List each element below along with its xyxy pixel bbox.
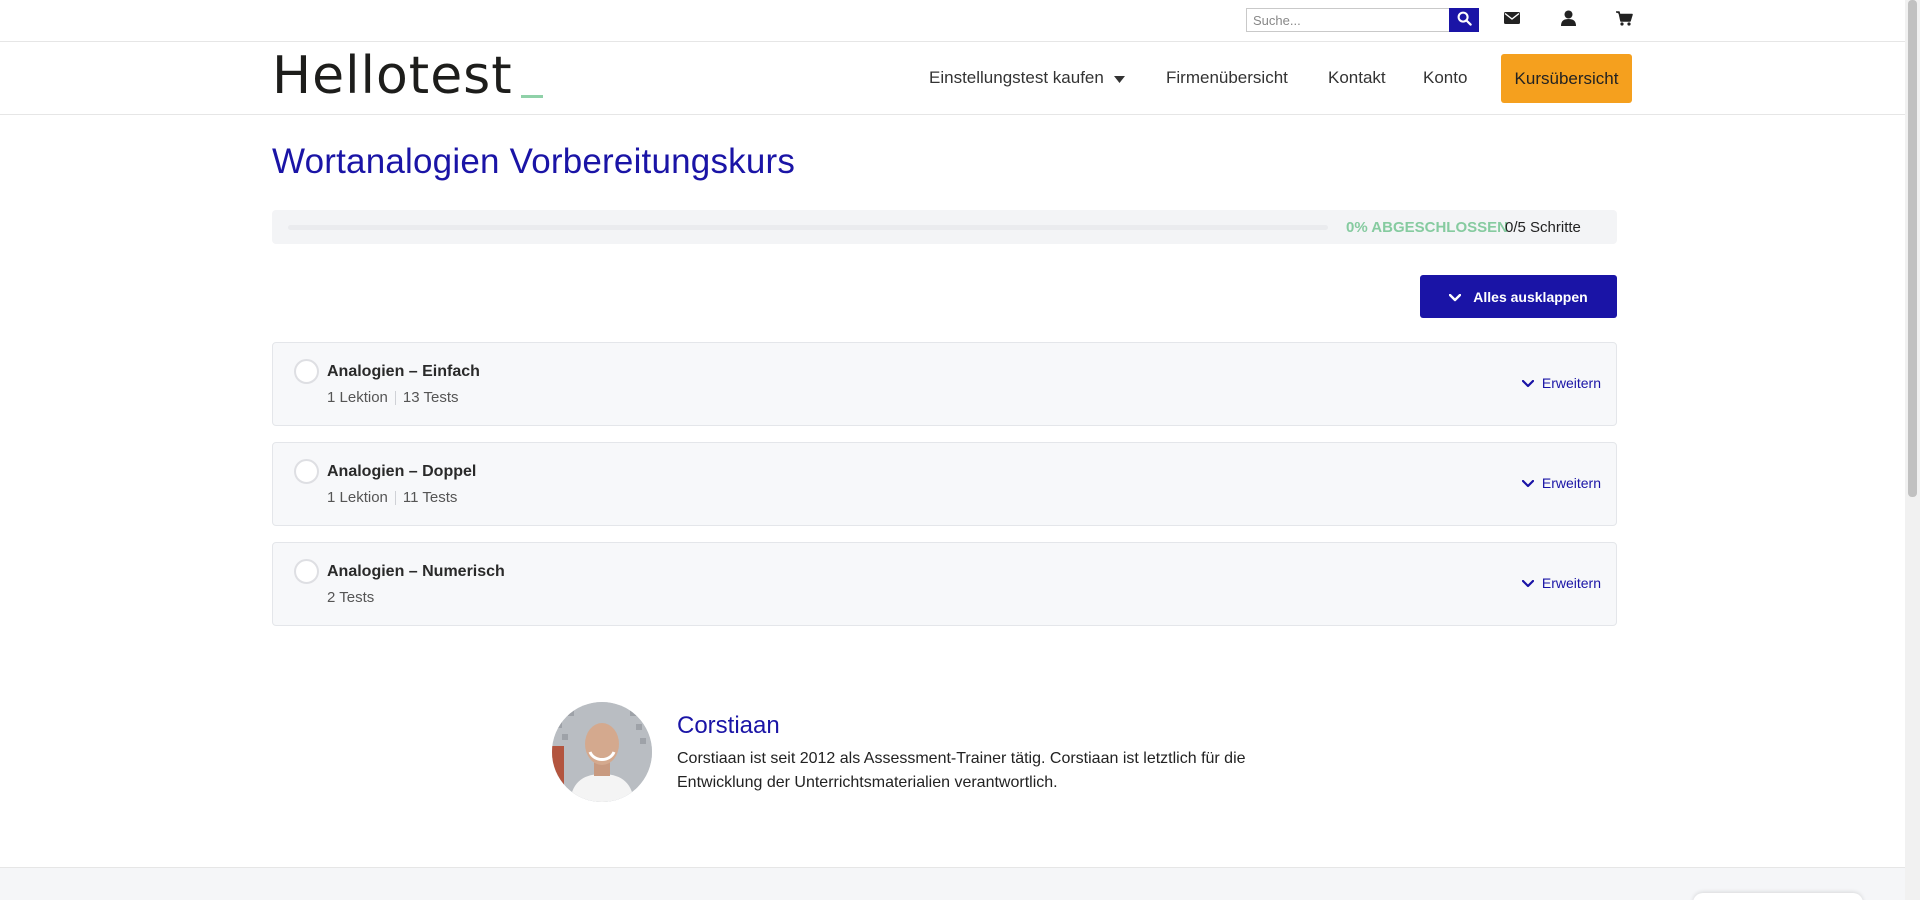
page-scrollbar[interactable] <box>1905 0 1920 900</box>
status-circle-icon <box>294 459 319 484</box>
nav-item-label: Firmenübersicht <box>1166 68 1288 87</box>
course-overview-button[interactable]: Kursübersicht <box>1501 54 1632 103</box>
lesson-count: 1 Lektion <box>327 489 388 506</box>
avatar <box>552 702 652 802</box>
meta-divider <box>394 390 396 405</box>
user-icon[interactable] <box>1558 8 1578 28</box>
expand-section-button[interactable]: Erweitern <box>1521 375 1601 391</box>
author-bio: Corstiaan ist seit 2012 als Assessment-T… <box>677 750 1246 791</box>
section-meta: 1 Lektion 13 Tests <box>327 389 458 406</box>
nav-item-firmenuebersicht[interactable]: Firmenübersicht <box>1166 68 1288 88</box>
progress-bar <box>288 225 1328 230</box>
status-circle-icon <box>294 559 319 584</box>
section-meta: 1 Lektion 11 Tests <box>327 489 457 506</box>
course-section[interactable]: Analogien – Numerisch 2 Tests Erweitern <box>272 542 1617 626</box>
nav-item-einstellungstest[interactable]: Einstellungstest kaufen <box>929 68 1125 88</box>
nav-item-label: Konto <box>1423 68 1468 87</box>
expand-section-button[interactable]: Erweitern <box>1521 575 1601 591</box>
utility-bar <box>0 0 1905 42</box>
mail-icon[interactable] <box>1502 8 1522 28</box>
test-count: 2 Tests <box>327 589 375 606</box>
expand-all-button[interactable]: Alles ausklappen <box>1420 275 1617 318</box>
search-input[interactable] <box>1246 8 1449 32</box>
footer <box>0 867 1905 900</box>
section-title: Analogien – Numerisch <box>327 563 505 580</box>
progress-percent: 0% ABGESCHLOSSEN <box>1346 219 1508 236</box>
course-section[interactable]: Analogien – Einfach 1 Lektion 13 Tests E… <box>272 342 1617 426</box>
search-form <box>1246 8 1479 32</box>
expand-label: Erweitern <box>1541 375 1601 391</box>
expand-label: Erweitern <box>1541 575 1601 591</box>
page-title: Wortanalogien Vorbereitungskurs <box>272 142 796 181</box>
section-meta: 2 Tests <box>327 589 374 606</box>
nav-item-konto[interactable]: Konto <box>1423 68 1467 88</box>
scrollbar-thumb[interactable] <box>1908 0 1917 497</box>
course-section[interactable]: Analogien – Doppel 1 Lektion 11 Tests Er… <box>272 442 1617 526</box>
expand-label: Erweitern <box>1541 475 1601 491</box>
expand-all-label: Alles ausklappen <box>1473 288 1588 305</box>
lesson-count: 1 Lektion <box>327 389 388 406</box>
progress-steps: 0/5 Schritte <box>1505 219 1581 236</box>
cart-icon[interactable] <box>1614 8 1634 28</box>
search-icon <box>1457 11 1472 29</box>
chevron-down-icon <box>1521 575 1534 591</box>
caret-down-icon <box>1113 68 1125 88</box>
chevron-down-icon <box>1521 475 1534 491</box>
nav-item-label: Einstellungstest kaufen <box>929 68 1104 87</box>
section-title: Analogien – Doppel <box>327 463 477 480</box>
progress-panel: 0% ABGESCHLOSSEN 0/5 Schritte <box>272 210 1617 244</box>
status-circle-icon <box>294 359 319 384</box>
test-count: 13 Tests <box>402 389 459 406</box>
nav-item-label: Kontakt <box>1328 68 1386 87</box>
main-nav: Hellotest Einstellungstest kaufen Firmen… <box>0 42 1905 115</box>
test-count: 11 Tests <box>402 489 458 506</box>
chevron-down-icon <box>1449 289 1462 305</box>
section-title: Analogien – Einfach <box>327 363 480 380</box>
meta-divider <box>394 490 396 505</box>
expand-section-button[interactable]: Erweitern <box>1521 475 1601 491</box>
search-button[interactable] <box>1449 8 1479 32</box>
author-name: Corstiaan <box>677 712 780 739</box>
nav-item-kontakt[interactable]: Kontakt <box>1328 68 1386 88</box>
chat-widget-tab[interactable] <box>1693 893 1863 900</box>
chevron-down-icon <box>1521 375 1534 391</box>
author-card: Corstiaan Corstiaan ist seit 2012 als As… <box>552 702 1312 802</box>
